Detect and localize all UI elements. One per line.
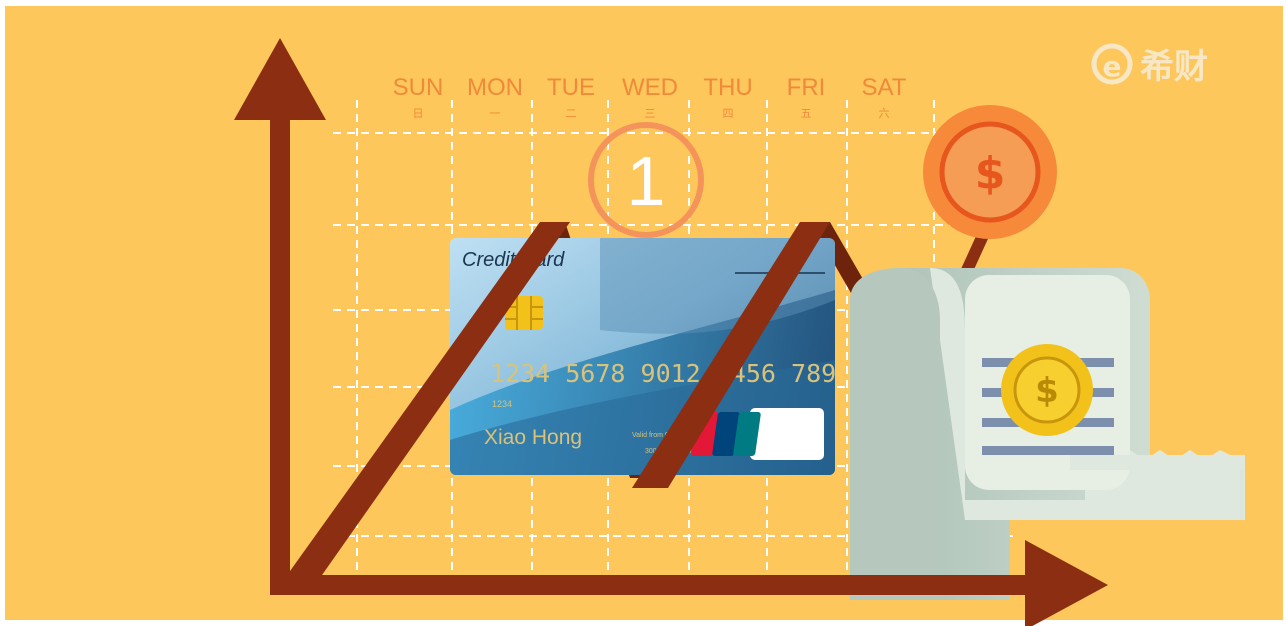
day-sun-label: SUN xyxy=(393,74,444,101)
day-fri-label: FRI xyxy=(787,74,826,101)
day-sat-cn: 六 xyxy=(879,107,890,120)
day-thu-cn: 四 xyxy=(723,107,734,120)
day-thu-label: THU xyxy=(703,74,752,101)
large-coin-symbol: $ xyxy=(975,148,1006,199)
circled-date-number: 1 xyxy=(627,142,666,220)
small-coin-symbol: $ xyxy=(1035,371,1059,411)
card-number: 1234 5678 9012 3456 789 xyxy=(490,359,836,388)
watermark-text: 希财 xyxy=(1140,47,1208,87)
day-sun-cn: 日 xyxy=(413,107,424,120)
card-code: 1234 xyxy=(492,399,512,409)
illustration: SUN MON TUE WED THU FRI SAT 日 一 二 三 四 五 … xyxy=(5,6,1283,626)
day-mon-cn: 一 xyxy=(490,107,501,120)
day-mon-label: MON xyxy=(467,74,523,101)
watermark-logo: e 希财 xyxy=(1091,43,1208,87)
dollar-coin-large-icon: $ xyxy=(923,105,1057,239)
dollar-coin-small-icon: $ xyxy=(1001,344,1093,436)
day-wed-cn: 三 xyxy=(645,107,656,120)
day-tue-cn: 二 xyxy=(566,107,577,120)
day-fri-cn: 五 xyxy=(801,107,812,120)
day-tue-label: TUE xyxy=(547,74,595,101)
card-holder: Xiao Hong xyxy=(484,426,582,449)
day-sat-label: SAT xyxy=(862,74,907,101)
day-wed-label: WED xyxy=(622,74,678,101)
unionpay-text: UnionPay xyxy=(767,423,807,432)
unionpay-cn-text: 银联 xyxy=(780,436,795,446)
watermark-logo-glyph: e xyxy=(1103,50,1122,83)
